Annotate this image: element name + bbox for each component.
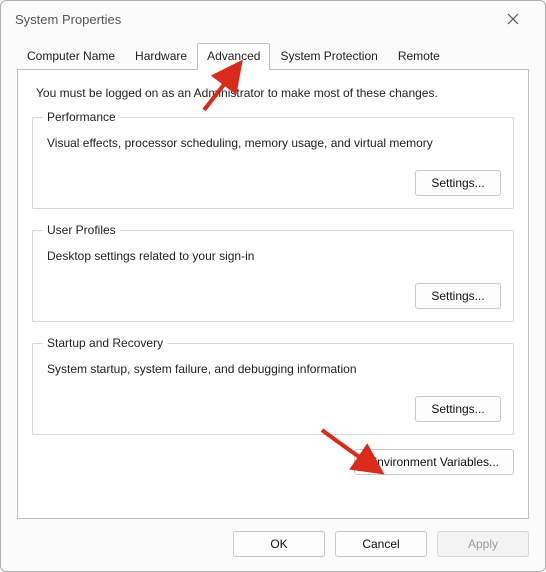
- group-performance-legend: Performance: [43, 110, 120, 124]
- apply-button[interactable]: Apply: [437, 531, 529, 557]
- group-startup-recovery-legend: Startup and Recovery: [43, 336, 167, 350]
- environment-variables-button[interactable]: Environment Variables...: [354, 449, 514, 475]
- group-user-profiles: User Profiles Desktop settings related t…: [32, 223, 514, 322]
- intro-text: You must be logged on as an Administrato…: [36, 86, 514, 100]
- user-profiles-settings-button[interactable]: Settings...: [415, 283, 501, 309]
- group-startup-recovery: Startup and Recovery System startup, sys…: [32, 336, 514, 435]
- tab-remote[interactable]: Remote: [388, 43, 450, 69]
- tab-computer-name[interactable]: Computer Name: [17, 43, 125, 69]
- tab-advanced[interactable]: Advanced: [197, 43, 270, 70]
- close-icon: [507, 13, 519, 25]
- system-properties-window: System Properties Computer Name Hardware…: [0, 0, 546, 572]
- performance-settings-button[interactable]: Settings...: [415, 170, 501, 196]
- tabstrip: Computer Name Hardware Advanced System P…: [1, 43, 545, 69]
- close-button[interactable]: [491, 4, 535, 34]
- group-user-profiles-desc: Desktop settings related to your sign-in: [47, 249, 501, 263]
- startup-recovery-settings-button[interactable]: Settings...: [415, 396, 501, 422]
- tab-system-protection[interactable]: System Protection: [270, 43, 387, 69]
- window-title: System Properties: [15, 12, 491, 27]
- dialog-button-row: OK Cancel Apply: [1, 519, 545, 571]
- cancel-button[interactable]: Cancel: [335, 531, 427, 557]
- ok-button[interactable]: OK: [233, 531, 325, 557]
- group-startup-recovery-desc: System startup, system failure, and debu…: [47, 362, 501, 376]
- group-performance: Performance Visual effects, processor sc…: [32, 110, 514, 209]
- tab-hardware[interactable]: Hardware: [125, 43, 197, 69]
- titlebar: System Properties: [1, 1, 545, 37]
- tabpanel-advanced: You must be logged on as an Administrato…: [17, 69, 529, 519]
- group-performance-desc: Visual effects, processor scheduling, me…: [47, 136, 501, 150]
- group-user-profiles-legend: User Profiles: [43, 223, 120, 237]
